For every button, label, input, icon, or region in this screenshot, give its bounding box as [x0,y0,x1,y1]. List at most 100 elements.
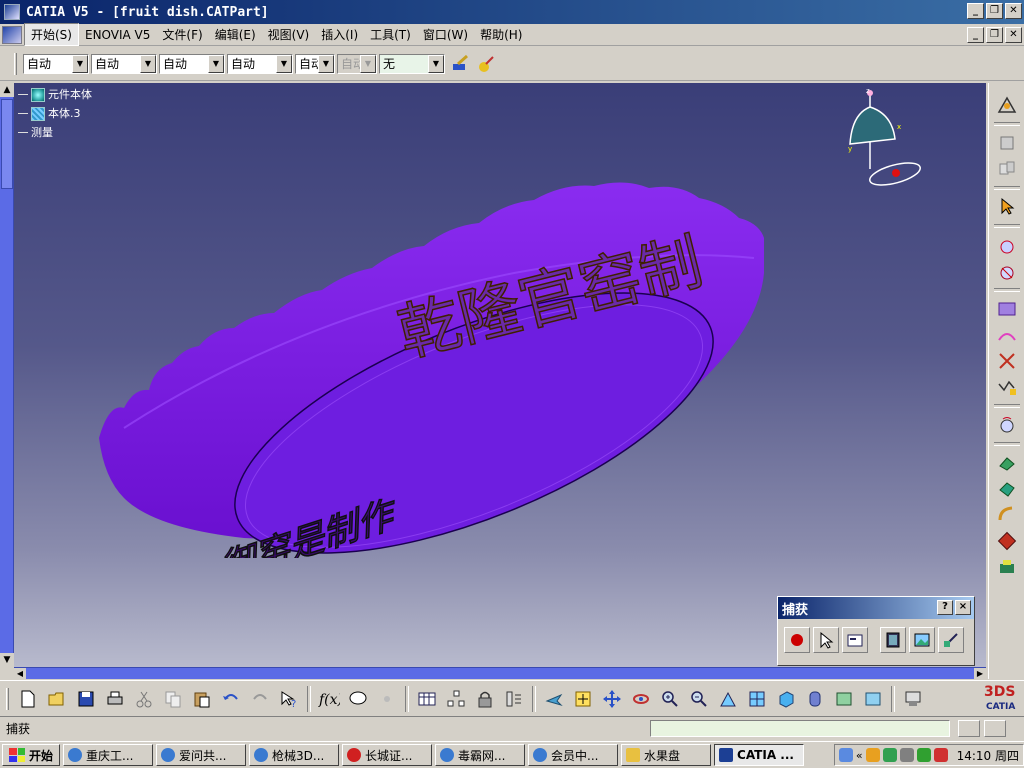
fillet-icon[interactable] [994,503,1020,527]
status-button-2[interactable] [984,720,1006,737]
point-icon[interactable] [994,233,1020,257]
line-width-combo[interactable]: 自动 ▼ [159,53,225,74]
menu-window[interactable]: 窗口(W) [417,24,474,45]
taskbar-item-3[interactable]: 枪械3D... [249,744,340,766]
pan-icon[interactable] [598,685,626,713]
formula-icon[interactable]: f(x) [315,685,343,713]
comment-icon[interactable] [344,685,372,713]
pattern-icon[interactable] [994,323,1020,347]
network-icon[interactable] [838,748,853,762]
menu-insert[interactable]: 插入(I) [315,24,364,45]
cut-icon[interactable] [130,685,158,713]
menu-view[interactable]: 视图(V) [262,24,316,45]
horizontal-scrollbar[interactable]: ◀ ▶ [14,667,986,680]
tray-expand-icon[interactable]: « [856,749,863,762]
paste-icon[interactable] [188,685,216,713]
compass-icon[interactable]: z x y [840,89,930,189]
taskbar-item-5[interactable]: 毒霸网... [435,744,526,766]
transparency-combo[interactable]: 自动 ▼ [91,53,157,74]
rotate-icon[interactable] [627,685,655,713]
doc-close-button[interactable]: ✕ [1005,27,1022,43]
volume-icon[interactable] [899,748,914,762]
scroll-down-icon[interactable]: ▼ [0,653,14,667]
table-icon[interactable] [413,685,441,713]
sketcher-icon[interactable] [994,93,1020,117]
image-icon[interactable] [909,627,935,653]
solid-pad-icon[interactable] [994,451,1020,475]
restore-button[interactable]: ❐ [986,3,1003,19]
qq-icon[interactable] [865,748,880,762]
menu-start[interactable]: 开始(S) [24,23,79,46]
menu-file[interactable]: 文件(F) [156,24,208,45]
document-icon[interactable] [2,25,22,44]
menu-enovia[interactable]: ENOVIA V5 [79,26,156,44]
measure-icon[interactable] [994,413,1020,437]
select-mode-icon[interactable] [813,627,839,653]
doc-restore-button[interactable]: ❐ [986,27,1003,43]
line-type-combo[interactable]: 自动 ▼ [227,53,293,74]
catalog-icon[interactable] [442,685,470,713]
copy-icon[interactable] [159,685,187,713]
capture-options-icon[interactable] [842,627,868,653]
status-button-1[interactable] [958,720,980,737]
edit-image-icon[interactable] [938,627,964,653]
capture-title-bar[interactable]: 捕获 ? × [778,597,974,619]
menu-help[interactable]: 帮助(H) [474,24,528,45]
record-icon[interactable] [784,627,810,653]
format-painter-icon[interactable] [449,53,471,75]
minimize-button[interactable]: _ [967,3,984,19]
whats-this-icon[interactable]: ? [275,685,303,713]
menu-edit[interactable]: 编辑(E) [209,24,262,45]
solid-pocket-icon[interactable] [994,477,1020,501]
taskbar-item-1[interactable]: 重庆工... [63,744,154,766]
iso-view-icon[interactable] [772,685,800,713]
redo-icon[interactable] [246,685,274,713]
taskbar-item-7[interactable]: 水果盘 [621,744,712,766]
tree-item-measure[interactable]: 测量 [18,123,92,142]
zoom-in-icon[interactable] [656,685,684,713]
fly-mode-icon[interactable] [540,685,568,713]
normal-view-icon[interactable] [714,685,742,713]
clock[interactable]: 14:10 周四 [957,747,1019,764]
new-icon[interactable] [14,685,42,713]
vertical-scrollbar[interactable]: ▲ ▼ [0,83,14,667]
scan-icon[interactable] [500,685,528,713]
taskbar-item-catia[interactable]: CATIA ... [714,744,805,766]
parameter-icon[interactable] [994,375,1020,399]
scroll-up-icon[interactable]: ▲ [0,83,14,97]
3d-viewport[interactable]: 元件本体 本体.3 测量 z x y 乾隆官窑制 御窑是制作 [14,83,986,667]
antivirus-icon[interactable] [916,748,931,762]
taskbar-item-2[interactable]: 爱问共... [156,744,247,766]
scroll-right-icon[interactable]: ▶ [974,668,986,680]
hide-show-icon[interactable] [830,685,858,713]
start-button[interactable]: 开始 [2,744,61,766]
point-type-combo[interactable]: 自动 ▼ [295,53,335,74]
messenger-icon[interactable] [882,748,897,762]
capture-help-button[interactable]: ? [937,600,953,615]
shell-icon[interactable] [994,555,1020,579]
fruit-dish-model[interactable]: 乾隆官窑制 御窑是制作 [94,178,784,558]
scroll-left-icon[interactable]: ◀ [14,668,26,680]
select-arrow-icon[interactable] [994,195,1020,219]
doc-minimize-button[interactable]: _ [967,27,984,43]
command-input[interactable] [650,720,950,737]
color-combo[interactable]: 自动 ▼ [23,53,89,74]
shield-icon[interactable] [933,748,948,762]
assembly-icon[interactable] [994,157,1020,181]
tree-item-body-3[interactable]: 本体.3 [18,104,92,123]
tree-item-part-body[interactable]: 元件本体 [18,85,92,104]
surface-icon[interactable] [994,297,1020,321]
undo-icon[interactable] [217,685,245,713]
menu-tools[interactable]: 工具(T) [364,24,417,45]
layer-combo[interactable]: 无 ▼ [379,53,445,74]
taskbar-item-6[interactable]: 会员中... [528,744,619,766]
save-icon[interactable] [72,685,100,713]
render-icon[interactable] [899,685,927,713]
zoom-out-icon[interactable] [685,685,713,713]
line-icon[interactable] [994,259,1020,283]
knowledge-icon[interactable] [373,685,401,713]
close-button[interactable]: ✕ [1005,3,1022,19]
print-icon[interactable] [101,685,129,713]
operation-icon[interactable] [994,349,1020,373]
part-design-icon[interactable] [994,131,1020,155]
